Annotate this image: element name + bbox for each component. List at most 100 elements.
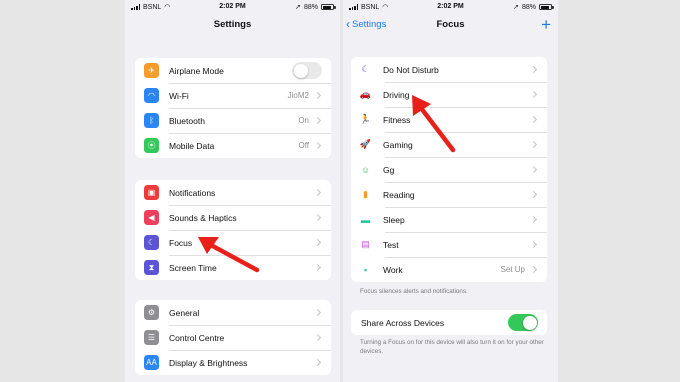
row-label: Notifications: [169, 187, 216, 198]
settings-row-display-and-brightness[interactable]: AA Display & Brightness: [135, 350, 331, 375]
chevron-right-icon: [313, 91, 322, 100]
page-title: Focus: [436, 19, 465, 30]
battery-icon: [539, 4, 554, 10]
settings-row-mobile-data[interactable]: ⦿ Mobile Data Off: [135, 133, 331, 158]
row-label: Bluetooth: [169, 115, 205, 126]
wifi-icon: ◠: [144, 88, 159, 103]
battery-percent: 88%: [521, 3, 536, 11]
settings-row-general[interactable]: ⚙ General: [135, 300, 331, 325]
focus-footnote: Focus silences alerts and notifications.: [360, 288, 468, 295]
focus-row-gg[interactable]: ☺ Gg: [351, 157, 547, 182]
settings-group-notifications: ▣ Notifications ◀ Sounds & Haptics ☾ Focus ⧗ Sc…: [135, 180, 331, 280]
chevron-right-icon: [313, 308, 322, 317]
row-label: Wi-Fi: [169, 90, 189, 101]
location-icon: ➚: [295, 4, 301, 11]
rocket-icon: 🚀: [359, 139, 372, 149]
chevron-right-icon: [313, 358, 322, 367]
row-label: Sleep: [383, 214, 405, 225]
chevron-right-icon: [313, 213, 322, 222]
plus-icon: +: [541, 15, 551, 34]
chevron-right-icon: [529, 140, 538, 149]
moon-icon: ☾: [144, 235, 159, 250]
chevron-right-icon: [313, 238, 322, 247]
share-across-devices-row: Share Across Devices: [351, 310, 547, 335]
settings-group-general: ⚙ General ☰ Control Centre AA Display & Brigh…: [135, 300, 331, 375]
switches-icon: ☰: [144, 330, 159, 345]
focus-list: ☾ Do Not Disturb 🚗 Driving 🏃 Fitness 🚀 Gaming ☺ G…: [351, 57, 547, 282]
aa-icon: AA: [144, 355, 159, 370]
row-label: General: [169, 307, 200, 318]
badge-icon: ▪: [363, 264, 368, 275]
airplane-mode-toggle[interactable]: [292, 62, 322, 79]
row-label: Work: [383, 264, 403, 275]
status-bar: BSNL ◠ 2:02 PM ➚ 88%: [125, 0, 340, 14]
share-across-devices-label: Share Across Devices: [361, 317, 445, 328]
focus-row-test[interactable]: ▤ Test: [351, 232, 547, 257]
focus-row-do-not-disturb[interactable]: ☾ Do Not Disturb: [351, 57, 547, 82]
focus-row-fitness[interactable]: 🏃 Fitness: [351, 107, 547, 132]
chevron-right-icon: [529, 265, 538, 274]
chevron-right-icon: [313, 116, 322, 125]
chevron-right-icon: [529, 65, 538, 74]
chevron-right-icon: [529, 90, 538, 99]
book-icon: ▮: [363, 189, 368, 199]
speaker-icon: ◀: [144, 210, 159, 225]
composite-screenshot: BSNL ◠ 2:02 PM ➚ 88% Settings ✈ Airplane …: [0, 0, 680, 382]
battery-percent: 88%: [303, 3, 318, 11]
antenna-icon: ⦿: [144, 138, 159, 153]
chevron-right-icon: [529, 240, 538, 249]
row-label: Control Centre: [169, 332, 225, 343]
chevron-right-icon: [313, 188, 322, 197]
running-icon: 🏃: [359, 114, 372, 124]
chevron-right-icon: [529, 215, 538, 224]
chevron-right-icon: [313, 333, 322, 342]
row-value: On: [298, 116, 309, 125]
focus-row-reading[interactable]: ▮ Reading: [351, 182, 547, 207]
share-footnote: Turning a Focus on for this device will …: [360, 339, 544, 355]
smiley-icon: ☺: [360, 164, 371, 175]
gear-icon: ⚙: [144, 305, 159, 320]
row-label: Screen Time: [169, 262, 217, 273]
bell-icon: ▣: [144, 185, 159, 200]
row-label: Reading: [383, 189, 415, 200]
settings-group-connectivity: ✈ Airplane Mode ◠ Wi-Fi JioM2 ᛒ Bluetooth On ⦿ Mo…: [135, 58, 331, 158]
row-label: Focus: [169, 237, 193, 248]
row-label: Test: [383, 239, 399, 250]
chevron-right-icon: [313, 263, 322, 272]
settings-row-sounds-and-haptics[interactable]: ◀ Sounds & Haptics: [135, 205, 331, 230]
bluetooth-icon: ᛒ: [144, 113, 159, 128]
chevron-right-icon: [529, 165, 538, 174]
row-value: Off: [298, 141, 309, 150]
moon-icon: ☾: [361, 64, 370, 74]
settings-row-focus[interactable]: ☾ Focus: [135, 230, 331, 255]
focus-row-work[interactable]: ▪ Work Set Up: [351, 257, 547, 282]
settings-row-wi-fi[interactable]: ◠ Wi-Fi JioM2: [135, 83, 331, 108]
nav-bar: Settings: [125, 14, 340, 38]
row-label: Do Not Disturb: [383, 64, 439, 75]
row-label: Gg: [383, 164, 395, 175]
car-icon: 🚗: [359, 89, 372, 99]
row-value: Set Up: [500, 265, 525, 274]
share-group: Share Across Devices: [351, 310, 547, 335]
settings-row-control-centre[interactable]: ☰ Control Centre: [135, 325, 331, 350]
row-label: Mobile Data: [169, 140, 215, 151]
status-bar: BSNL ◠ 2:02 PM ➚ 88%: [343, 0, 558, 14]
focus-row-driving[interactable]: 🚗 Driving: [351, 82, 547, 107]
focus-row-gaming[interactable]: 🚀 Gaming: [351, 132, 547, 157]
nav-bar: ‹ Settings Focus +: [343, 14, 558, 38]
row-value: JioM2: [287, 91, 309, 100]
focus-row-sleep[interactable]: ▬ Sleep: [351, 207, 547, 232]
battery-icon: [321, 4, 336, 10]
location-icon: ➚: [513, 4, 519, 11]
airplane-icon: ✈: [144, 63, 159, 78]
settings-row-notifications[interactable]: ▣ Notifications: [135, 180, 331, 205]
add-focus-button[interactable]: +: [541, 14, 551, 36]
settings-row-airplane-mode[interactable]: ✈ Airplane Mode: [135, 58, 331, 83]
settings-row-screen-time[interactable]: ⧗ Screen Time: [135, 255, 331, 280]
settings-row-bluetooth[interactable]: ᛒ Bluetooth On: [135, 108, 331, 133]
row-label: Fitness: [383, 114, 411, 125]
row-label: Gaming: [383, 139, 413, 150]
share-across-devices-toggle[interactable]: [508, 314, 538, 331]
bed-icon: ▬: [361, 214, 370, 225]
focus-screen: BSNL ◠ 2:02 PM ➚ 88% ‹ Settings Focus + …: [343, 0, 558, 382]
